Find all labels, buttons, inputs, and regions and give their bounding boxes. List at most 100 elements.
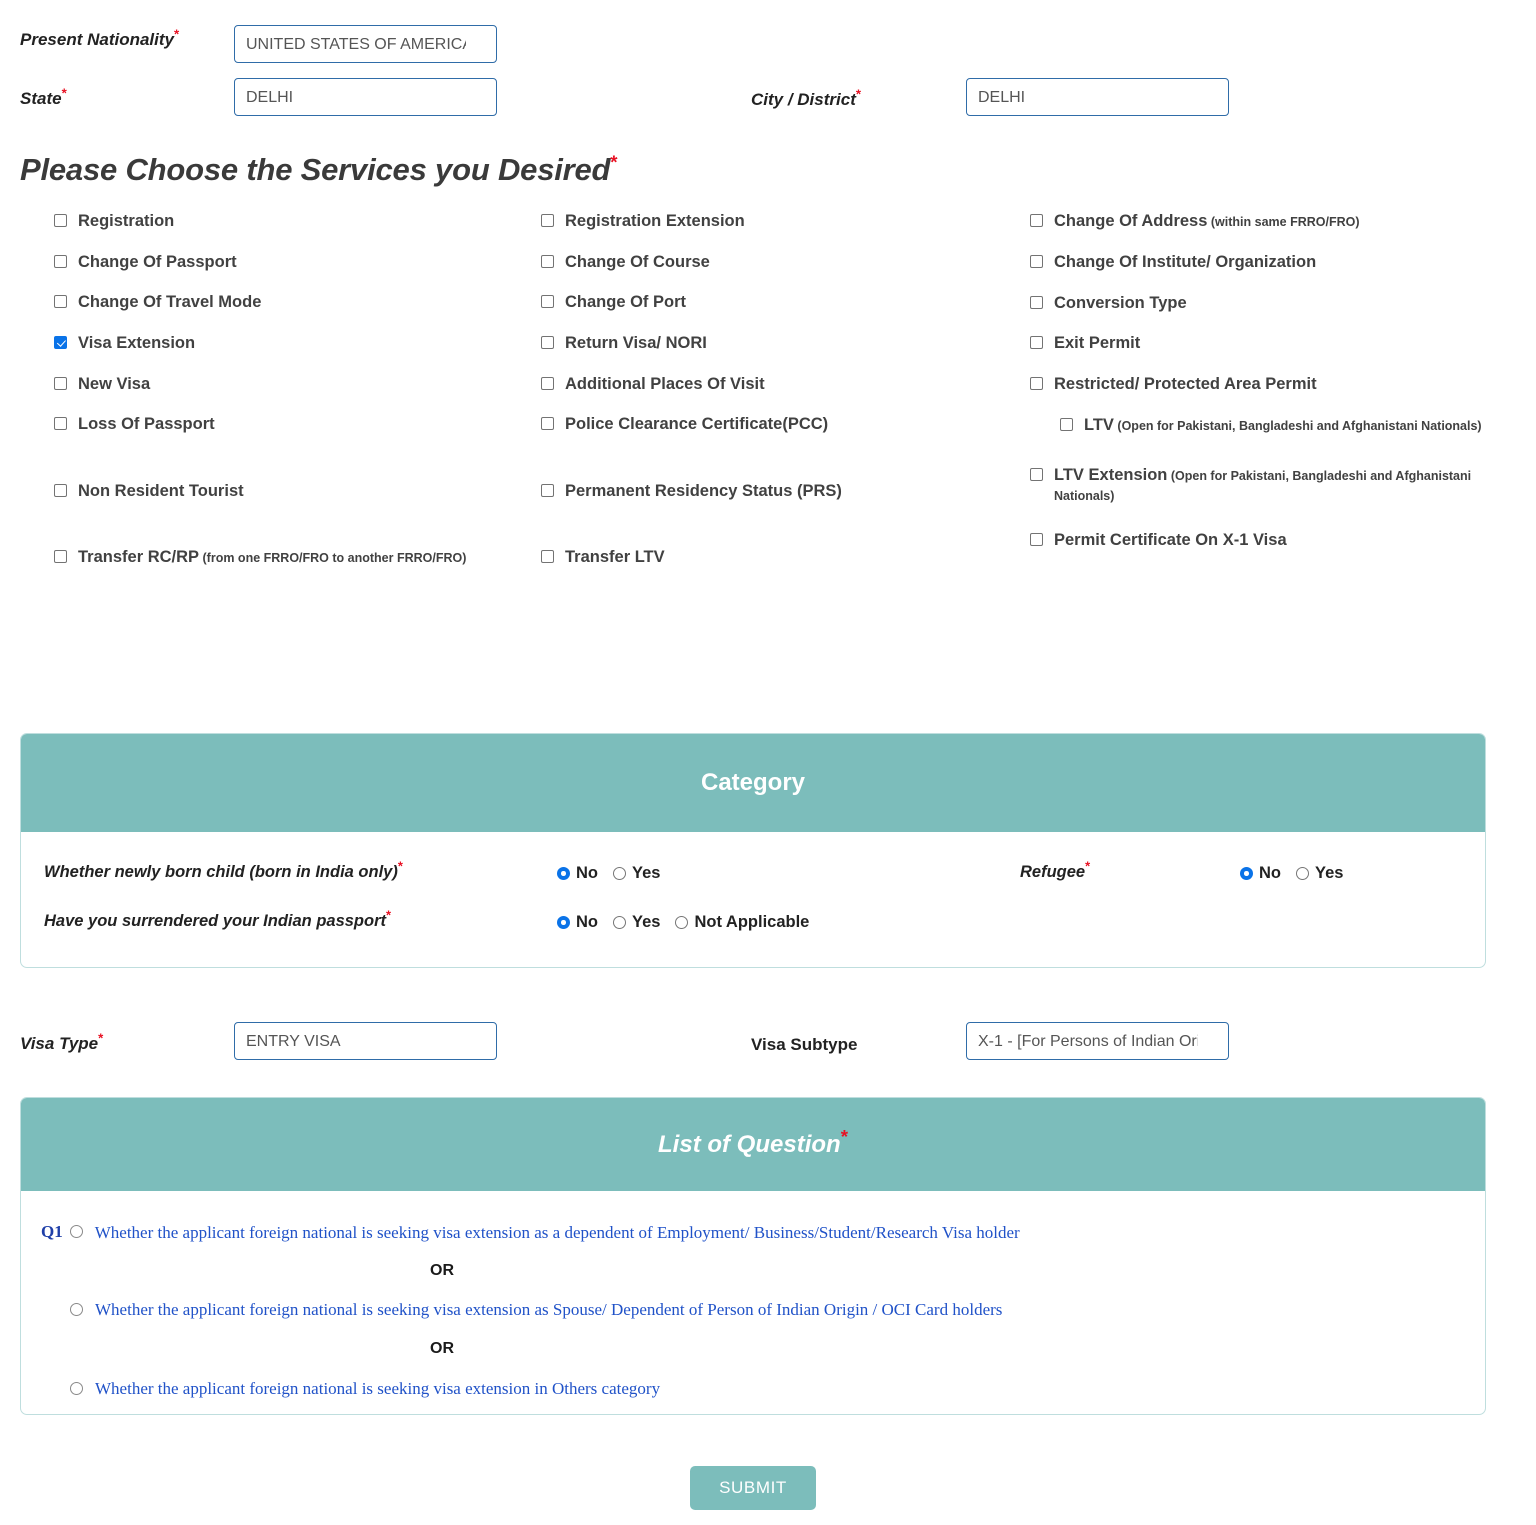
checkbox-icon[interactable] bbox=[1030, 295, 1043, 309]
visa-type-select[interactable]: ENTRY VISA bbox=[234, 1022, 497, 1060]
checkbox-icon[interactable] bbox=[54, 417, 67, 431]
visa-type-label: Visa Type* bbox=[20, 1030, 104, 1053]
service-checkbox-permanent-residency-status[interactable]: Permanent Residency Status (PRS) bbox=[541, 481, 1011, 502]
checkbox-icon[interactable] bbox=[54, 376, 67, 390]
radio-label: No bbox=[576, 864, 598, 882]
newborn-child-option-no[interactable]: No bbox=[557, 864, 598, 883]
question-option-1[interactable]: Q1 Whether the applicant foreign nationa… bbox=[41, 1222, 1020, 1243]
radio-label: Yes bbox=[632, 913, 661, 931]
city-district-select[interactable]: DELHI bbox=[966, 78, 1229, 116]
service-checkbox-change-of-institute[interactable]: Change Of Institute/ Organization bbox=[1030, 252, 1500, 273]
checkbox-icon[interactable] bbox=[1030, 336, 1043, 350]
service-label: LTV (Open for Pakistani, Bangladeshi and… bbox=[1084, 415, 1482, 436]
service-label: Non Resident Tourist bbox=[78, 481, 244, 500]
checkbox-icon[interactable] bbox=[54, 335, 67, 349]
service-checkbox-change-of-travel-mode[interactable]: Change Of Travel Mode bbox=[54, 292, 524, 313]
question-option-label: Whether the applicant foreign national i… bbox=[95, 1300, 1003, 1319]
checkbox-icon[interactable] bbox=[541, 214, 554, 227]
service-checkbox-restricted-protected-area-permit[interactable]: Restricted/ Protected Area Permit bbox=[1030, 374, 1500, 395]
service-checkbox-exit-permit[interactable]: Exit Permit bbox=[1030, 333, 1500, 354]
present-nationality-label: Present Nationality* bbox=[20, 26, 180, 49]
service-label: Change Of Institute/ Organization bbox=[1054, 253, 1317, 271]
checkbox-icon[interactable] bbox=[541, 550, 554, 564]
checkbox-icon[interactable] bbox=[1030, 214, 1043, 227]
service-checkbox-ltv-extension[interactable]: LTV Extension (Open for Pakistani, Bangl… bbox=[1030, 465, 1500, 506]
checkbox-icon[interactable] bbox=[54, 254, 67, 268]
service-checkbox-loss-of-passport[interactable]: Loss Of Passport bbox=[54, 414, 524, 435]
checkbox-icon[interactable] bbox=[1030, 255, 1043, 268]
state-label: State* bbox=[20, 85, 67, 108]
service-label: Additional Places Of Visit bbox=[565, 374, 765, 393]
service-label: Registration bbox=[78, 212, 175, 230]
checkbox-icon[interactable] bbox=[541, 254, 554, 268]
service-checkbox-transfer-ltv[interactable]: Transfer LTV bbox=[541, 547, 1011, 568]
checkbox-icon[interactable] bbox=[54, 214, 67, 227]
newborn-child-option-yes[interactable]: Yes bbox=[613, 864, 660, 883]
service-checkbox-return-visa-nori[interactable]: Return Visa/ NORI bbox=[541, 333, 1011, 354]
service-checkbox-change-of-passport[interactable]: Change Of Passport bbox=[54, 252, 524, 273]
state-select[interactable]: DELHI bbox=[234, 78, 497, 116]
service-checkbox-non-resident-tourist[interactable]: Non Resident Tourist bbox=[54, 481, 524, 502]
newborn-child-row: Whether newly born child (born in India … bbox=[44, 860, 403, 882]
checkbox-icon[interactable] bbox=[541, 417, 554, 431]
surrendered-passport-option-not-applicable[interactable]: Not Applicable bbox=[675, 913, 809, 932]
service-checkbox-police-clearance-certificate[interactable]: Police Clearance Certificate(PCC) bbox=[541, 414, 1011, 435]
service-checkbox-change-of-port[interactable]: Change Of Port bbox=[541, 292, 1011, 313]
service-checkbox-ltv[interactable]: LTV (Open for Pakistani, Bangladeshi and… bbox=[1030, 415, 1500, 436]
visa-type-row: Visa Type* bbox=[20, 1030, 104, 1054]
surrendered-passport-option-no[interactable]: No bbox=[557, 913, 598, 932]
service-checkbox-change-of-course[interactable]: Change Of Course bbox=[541, 252, 1011, 273]
service-checkbox-registration-extension[interactable]: Registration Extension bbox=[541, 211, 1011, 232]
service-checkbox-additional-places-of-visit[interactable]: Additional Places Of Visit bbox=[541, 374, 1011, 395]
question-number: Q1 bbox=[41, 1222, 63, 1241]
service-checkbox-permit-certificate-x1[interactable]: Permit Certificate On X-1 Visa bbox=[1030, 530, 1500, 551]
question-option-3[interactable]: Whether the applicant foreign national i… bbox=[70, 1379, 660, 1399]
category-panel-title: Category bbox=[700, 769, 806, 796]
radio-icon[interactable] bbox=[70, 1382, 83, 1395]
service-label: Exit Permit bbox=[1054, 334, 1141, 353]
state-select-wrap: DELHI bbox=[234, 78, 497, 116]
service-checkbox-registration[interactable]: Registration bbox=[54, 211, 524, 232]
radio-icon[interactable] bbox=[69, 1225, 83, 1238]
checkbox-icon[interactable] bbox=[54, 295, 67, 309]
service-checkbox-change-of-address[interactable]: Change Of Address (within same FRRO/FRO) bbox=[1030, 211, 1500, 232]
service-label: LTV Extension (Open for Pakistani, Bangl… bbox=[1054, 465, 1500, 506]
service-checkbox-conversion-type[interactable]: Conversion Type bbox=[1030, 293, 1500, 314]
submit-button[interactable]: SUBMIT bbox=[690, 1466, 816, 1510]
visa-subtype-select[interactable]: X-1 - [For Persons of Indian Origin] bbox=[966, 1022, 1229, 1060]
questions-panel: List of Question* Q1 Whether the applica… bbox=[20, 1097, 1486, 1415]
checkbox-icon[interactable] bbox=[1030, 532, 1043, 546]
required-asterisk: * bbox=[397, 858, 403, 874]
radio-icon[interactable] bbox=[70, 1303, 83, 1316]
refugee-label: Refugee* bbox=[1020, 858, 1091, 881]
service-checkbox-new-visa[interactable]: New Visa bbox=[54, 374, 524, 395]
service-label: Transfer RC/RP (from one FRRO/FRO to ano… bbox=[78, 547, 466, 568]
radio-icon[interactable] bbox=[557, 916, 570, 929]
service-label: Visa Extension bbox=[78, 333, 196, 352]
radio-icon[interactable] bbox=[613, 867, 626, 880]
present-nationality-select[interactable]: UNITED STATES OF AMERICA bbox=[234, 25, 497, 63]
radio-icon[interactable] bbox=[1240, 867, 1253, 880]
checkbox-icon[interactable] bbox=[1060, 417, 1073, 431]
checkbox-icon[interactable] bbox=[541, 335, 554, 349]
city-district-select-wrap: DELHI bbox=[966, 78, 1229, 116]
radio-icon[interactable] bbox=[675, 916, 689, 929]
service-checkbox-transfer-rc-rp[interactable]: Transfer RC/RP (from one FRRO/FRO to ano… bbox=[54, 547, 524, 568]
surrendered-passport-option-yes[interactable]: Yes bbox=[613, 913, 660, 932]
radio-icon[interactable] bbox=[557, 867, 570, 880]
service-checkbox-visa-extension[interactable]: Visa Extension bbox=[54, 333, 524, 354]
services-heading: Please Choose the Services you Desired* bbox=[20, 151, 618, 187]
checkbox-icon[interactable] bbox=[541, 295, 554, 309]
radio-icon[interactable] bbox=[613, 916, 626, 929]
checkbox-icon[interactable] bbox=[54, 550, 67, 564]
visa-subtype-label: Visa Subtype bbox=[751, 1035, 858, 1054]
refugee-option-no[interactable]: No bbox=[1240, 864, 1281, 883]
checkbox-icon[interactable] bbox=[541, 376, 554, 390]
question-option-2[interactable]: Whether the applicant foreign national i… bbox=[70, 1300, 1002, 1320]
radio-icon[interactable] bbox=[1296, 867, 1309, 880]
checkbox-icon[interactable] bbox=[54, 483, 67, 497]
checkbox-icon[interactable] bbox=[1030, 467, 1043, 481]
checkbox-icon[interactable] bbox=[541, 483, 554, 497]
checkbox-icon[interactable] bbox=[1030, 376, 1043, 390]
refugee-option-yes[interactable]: Yes bbox=[1296, 864, 1343, 883]
